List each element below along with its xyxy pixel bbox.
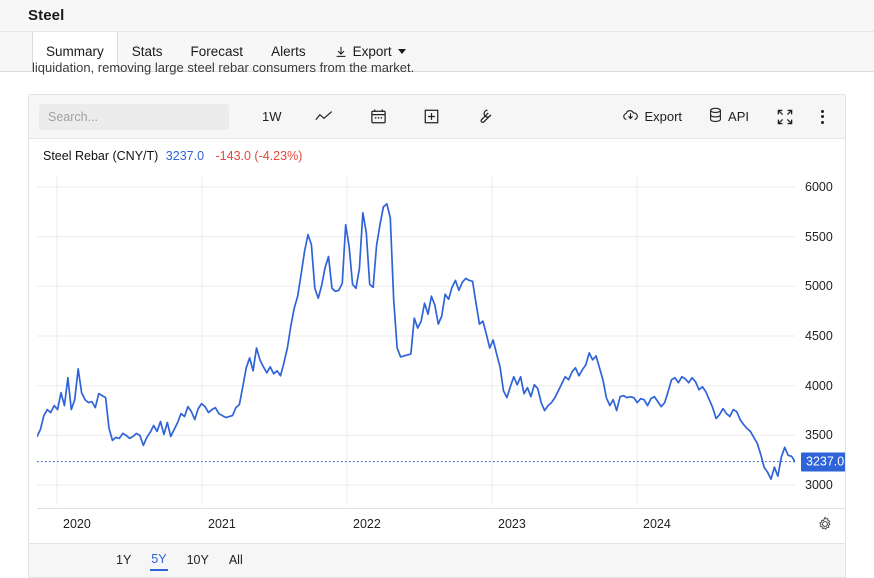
range-button-all[interactable]: All <box>228 551 244 570</box>
chevron-down-icon <box>397 49 406 54</box>
y-tick-3000: 3000 <box>805 478 833 493</box>
api-label: API <box>728 109 749 124</box>
x-tick-2021: 2021 <box>208 517 236 531</box>
price-change: -143.0 (-4.23%) <box>215 149 303 163</box>
tab-alerts-label: Alerts <box>271 44 306 59</box>
x-axis: 2020 2021 2022 2023 2024 <box>37 508 845 538</box>
y-axis: 6000 5500 5000 4500 4000 3500 3000 3237.0 <box>799 175 845 505</box>
y-tick-5500: 5500 <box>805 229 833 244</box>
app-window: Steel Summary Stats Forecast Alerts Expo… <box>0 0 874 578</box>
chart-toolbar-right: Export API <box>614 102 837 132</box>
wrench-icon[interactable] <box>469 102 500 132</box>
gear-icon[interactable] <box>817 516 833 532</box>
calendar-icon[interactable] <box>363 102 394 132</box>
tab-summary-label: Summary <box>46 44 104 59</box>
tab-forecast-label: Forecast <box>190 44 244 59</box>
interval-button[interactable]: 1W <box>255 102 289 132</box>
app-header: Steel <box>0 0 874 32</box>
y-tick-5000: 5000 <box>805 279 833 294</box>
line-chart-icon[interactable] <box>307 102 341 132</box>
tab-stats-label: Stats <box>131 44 163 59</box>
y-tick-6000: 6000 <box>805 179 833 194</box>
price-line-chart[interactable] <box>37 175 795 505</box>
export-label: Export <box>644 109 683 124</box>
x-tick-2024: 2024 <box>643 517 671 531</box>
range-button-1y[interactable]: 1Y <box>115 551 132 570</box>
y-tick-3500: 3500 <box>805 428 833 443</box>
chart-panel: 1W <box>28 94 846 544</box>
current-price-badge: 3237.0 <box>801 452 845 472</box>
search-input[interactable] <box>39 103 229 130</box>
download-icon <box>334 45 348 59</box>
range-selector: 1Y 5Y 10Y All <box>28 544 846 578</box>
database-icon <box>708 107 723 126</box>
cloud-download-icon <box>622 108 639 126</box>
tab-export-label: Export <box>352 44 392 59</box>
series-name: Steel Rebar (CNY/T) <box>43 149 159 163</box>
expand-icon[interactable] <box>769 102 801 132</box>
x-tick-2020: 2020 <box>63 517 91 531</box>
y-tick-4000: 4000 <box>805 378 833 393</box>
chart-toolbar: 1W <box>29 95 845 139</box>
interval-label: 1W <box>262 109 282 124</box>
range-button-10y[interactable]: 10Y <box>186 551 210 570</box>
plus-box-icon[interactable] <box>416 102 447 132</box>
chart-header: Steel Rebar (CNY/T) 3237.0 -143.0 (-4.23… <box>29 139 845 163</box>
plot-area: 6000 5500 5000 4500 4000 3500 3000 3237.0 2020 2… <box>29 163 845 538</box>
kebab-menu-icon[interactable] <box>807 102 837 132</box>
last-price: 3237.0 <box>165 149 205 163</box>
y-tick-4500: 4500 <box>805 329 833 343</box>
article-text: liquidation, removing large steel rebar … <box>32 60 415 75</box>
page-title: Steel <box>28 7 65 24</box>
api-button[interactable]: API <box>700 102 757 132</box>
x-tick-2022: 2022 <box>353 517 381 531</box>
range-button-5y[interactable]: 5Y <box>150 550 168 571</box>
x-tick-2023: 2023 <box>498 517 526 531</box>
export-button[interactable]: Export <box>614 102 690 132</box>
